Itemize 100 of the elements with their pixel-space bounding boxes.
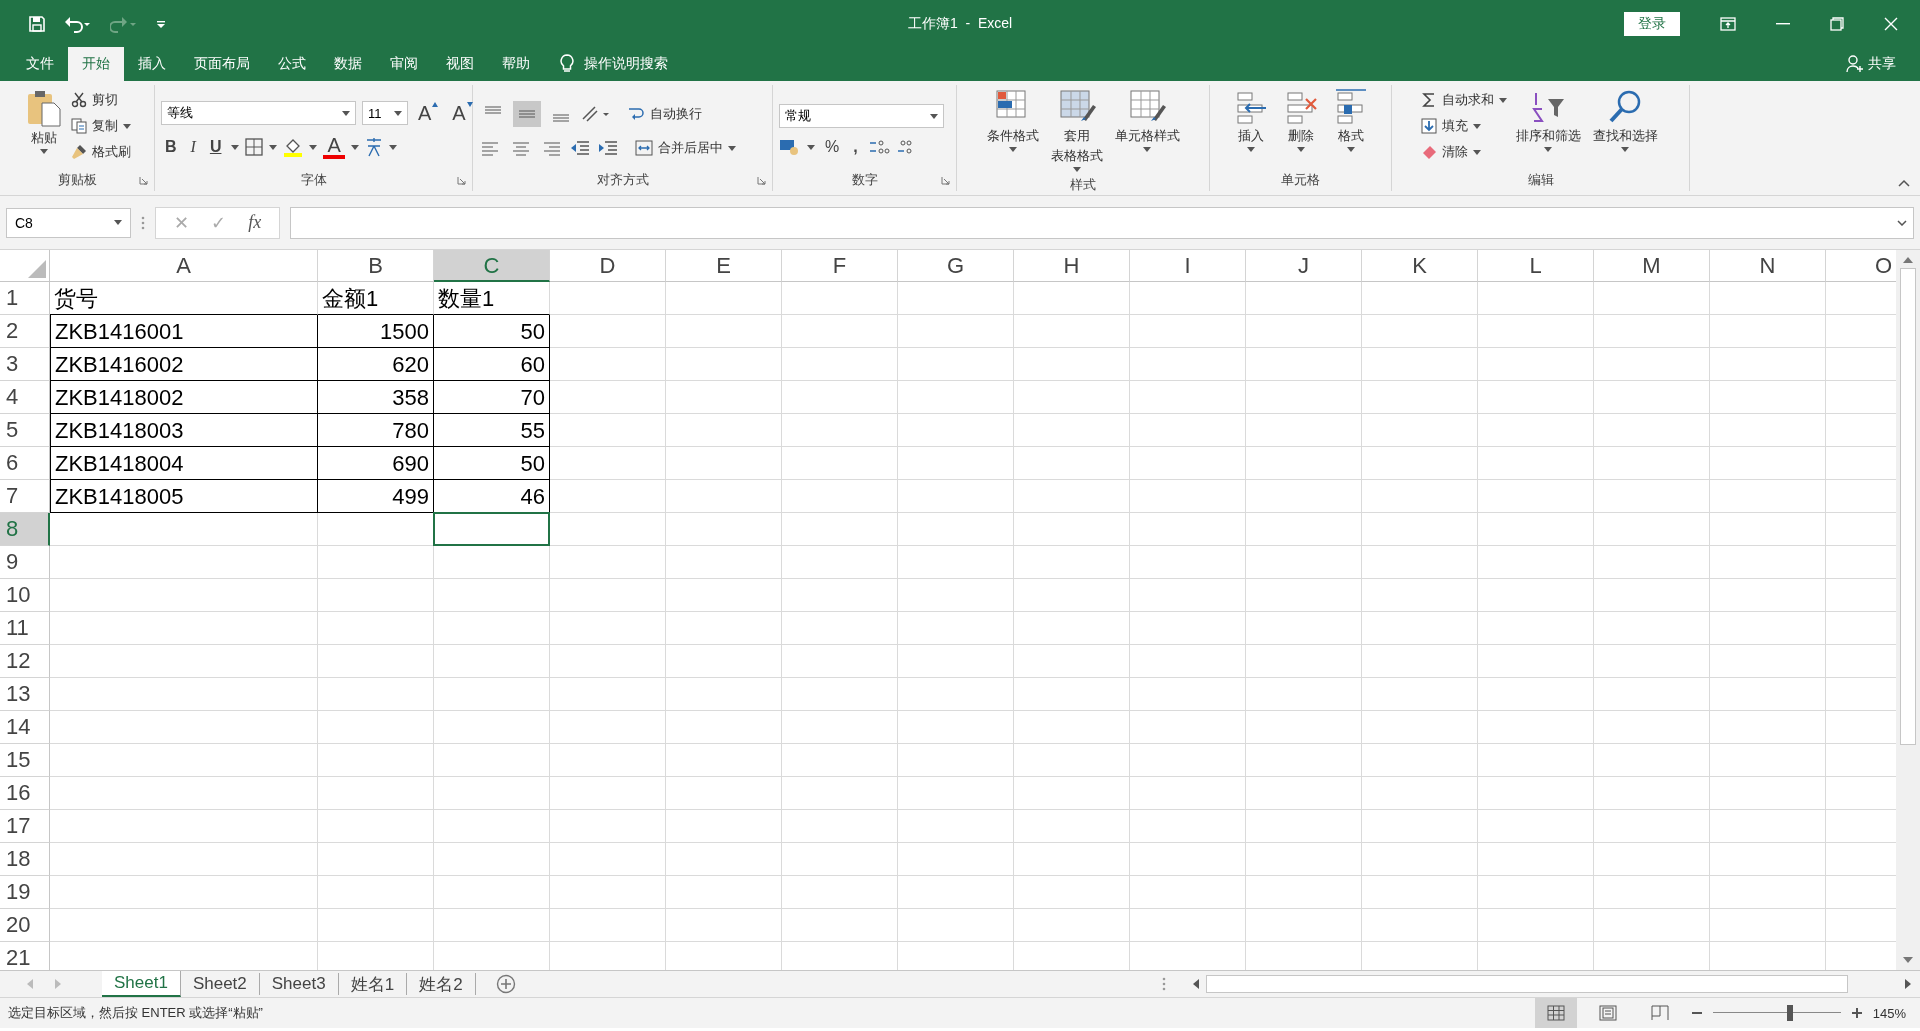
- row-header[interactable]: 3: [0, 348, 50, 381]
- font-color-button[interactable]: A: [323, 135, 345, 159]
- sign-in-button[interactable]: 登录: [1624, 11, 1680, 36]
- row-header[interactable]: 18: [0, 843, 50, 876]
- style-button[interactable]: 套用 表格格式: [1047, 87, 1106, 174]
- decrease-indent-icon[interactable]: [569, 139, 591, 157]
- add-sheet-icon[interactable]: [495, 974, 516, 994]
- clear-button[interactable]: 清除: [1420, 141, 1507, 163]
- ribbon-tab[interactable]: 数据: [320, 47, 376, 81]
- view-button[interactable]: [1534, 998, 1577, 1028]
- zoom-in-icon[interactable]: [1850, 1007, 1863, 1019]
- fill-button[interactable]: 填充: [1420, 115, 1507, 137]
- bold-button[interactable]: B: [161, 138, 181, 156]
- cell-button[interactable]: 格式: [1328, 87, 1373, 154]
- shrink-font-button[interactable]: A: [448, 101, 477, 125]
- row-header[interactable]: 12: [0, 645, 50, 678]
- column-header[interactable]: C: [434, 250, 550, 282]
- column-header[interactable]: G: [898, 250, 1014, 282]
- scroll-up-icon[interactable]: [1903, 256, 1913, 264]
- row-header[interactable]: 2: [0, 315, 50, 348]
- column-header[interactable]: K: [1362, 250, 1478, 282]
- zoom-slider-thumb[interactable]: [1786, 1005, 1793, 1021]
- row-header[interactable]: 1: [0, 282, 50, 315]
- name-box[interactable]: C8: [6, 207, 131, 238]
- italic-button[interactable]: I: [186, 138, 200, 156]
- sheet-tab[interactable]: 姓名2: [407, 973, 476, 995]
- row-header[interactable]: 5: [0, 414, 50, 447]
- currency-icon[interactable]: [779, 138, 801, 156]
- row-header[interactable]: 20: [0, 909, 50, 942]
- column-header[interactable]: I: [1130, 250, 1246, 282]
- scroll-down-icon[interactable]: [1903, 956, 1913, 964]
- formula-input[interactable]: [290, 206, 1914, 239]
- column-header[interactable]: N: [1710, 250, 1826, 282]
- row-header[interactable]: 10: [0, 579, 50, 612]
- column-header[interactable]: F: [782, 250, 898, 282]
- percent-button[interactable]: %: [821, 138, 844, 156]
- underline-button[interactable]: U: [205, 138, 226, 156]
- redo-icon[interactable]: [110, 14, 138, 33]
- copy-button[interactable]: 复制: [71, 115, 131, 137]
- column-header[interactable]: J: [1246, 250, 1362, 282]
- collapse-ribbon-icon[interactable]: [1898, 179, 1910, 187]
- wrap-text-button[interactable]: 自动换行: [627, 103, 702, 125]
- zoom-level[interactable]: 145%: [1872, 1005, 1912, 1021]
- sheet-tab[interactable]: Sheet3: [259, 973, 339, 995]
- row-header[interactable]: 4: [0, 381, 50, 414]
- tell-me-search[interactable]: 操作说明搜索: [584, 55, 668, 73]
- column-header[interactable]: M: [1594, 250, 1710, 282]
- row-header[interactable]: 14: [0, 711, 50, 744]
- column-header[interactable]: E: [666, 250, 782, 282]
- scroll-right-icon[interactable]: [1904, 979, 1912, 989]
- column-header[interactable]: B: [318, 250, 434, 282]
- ribbon-tab[interactable]: 帮助: [488, 47, 544, 81]
- row-header[interactable]: 9: [0, 546, 50, 579]
- row-header[interactable]: 16: [0, 777, 50, 810]
- row-header[interactable]: 17: [0, 810, 50, 843]
- borders-icon[interactable]: [245, 138, 264, 156]
- find-select-button[interactable]: 查找和选择: [1589, 87, 1661, 154]
- cell-selection[interactable]: [433, 512, 550, 546]
- row-header[interactable]: 13: [0, 678, 50, 711]
- paste-button[interactable]: 粘贴: [23, 87, 65, 156]
- style-button[interactable]: 单元格样式: [1111, 87, 1183, 154]
- ribbon-tab[interactable]: 文件: [12, 47, 68, 81]
- row-header[interactable]: 8: [0, 513, 50, 546]
- ribbon-tab[interactable]: 页面布局: [180, 47, 264, 81]
- ribbon-tab[interactable]: 开始: [68, 47, 124, 81]
- style-button[interactable]: 条件格式: [983, 87, 1042, 154]
- sheet-tab[interactable]: Sheet1: [102, 971, 181, 997]
- column-header[interactable]: H: [1014, 250, 1130, 282]
- row-header[interactable]: 11: [0, 612, 50, 645]
- column-header[interactable]: L: [1478, 250, 1594, 282]
- scroll-left-icon[interactable]: [1192, 979, 1200, 989]
- cut-button[interactable]: 剪切: [71, 89, 131, 111]
- row-header[interactable]: 6: [0, 447, 50, 480]
- font-name-field[interactable]: 等线: [161, 101, 356, 125]
- orientation-icon[interactable]: [581, 105, 611, 123]
- sort-filter-button[interactable]: 排序和筛选: [1512, 87, 1584, 154]
- dialog-launcher-icon[interactable]: [757, 176, 766, 185]
- minimize-icon[interactable]: [1776, 22, 1790, 25]
- expand-icon[interactable]: [1897, 219, 1907, 226]
- increase-decimal-icon[interactable]: [867, 138, 890, 156]
- save-icon[interactable]: [28, 14, 46, 33]
- column-header[interactable]: A: [50, 250, 318, 282]
- row-header[interactable]: 7: [0, 480, 50, 513]
- zoom-slider[interactable]: [1712, 1005, 1841, 1021]
- merge-center-button[interactable]: 合并后居中: [635, 137, 736, 159]
- ribbon-tab[interactable]: 公式: [264, 47, 320, 81]
- insert-function-button[interactable]: fx: [248, 212, 262, 233]
- font-size-field[interactable]: 11: [362, 101, 408, 125]
- restore-icon[interactable]: [1830, 16, 1844, 31]
- cell-button[interactable]: 删除: [1278, 87, 1323, 154]
- column-header[interactable]: D: [550, 250, 666, 282]
- sheet-tab[interactable]: Sheet2: [180, 973, 260, 995]
- customize-caret-icon[interactable]: [156, 18, 166, 29]
- format-painter-button[interactable]: 格式刷: [71, 141, 131, 163]
- ribbon-display-icon[interactable]: [1720, 16, 1736, 31]
- vertical-scrollbar-thumb[interactable]: [1900, 268, 1916, 745]
- phonetic-guide-icon[interactable]: [364, 137, 383, 157]
- ribbon-tab[interactable]: 审阅: [376, 47, 432, 81]
- ribbon-tab[interactable]: 插入: [124, 47, 180, 81]
- increase-indent-icon[interactable]: [597, 139, 619, 157]
